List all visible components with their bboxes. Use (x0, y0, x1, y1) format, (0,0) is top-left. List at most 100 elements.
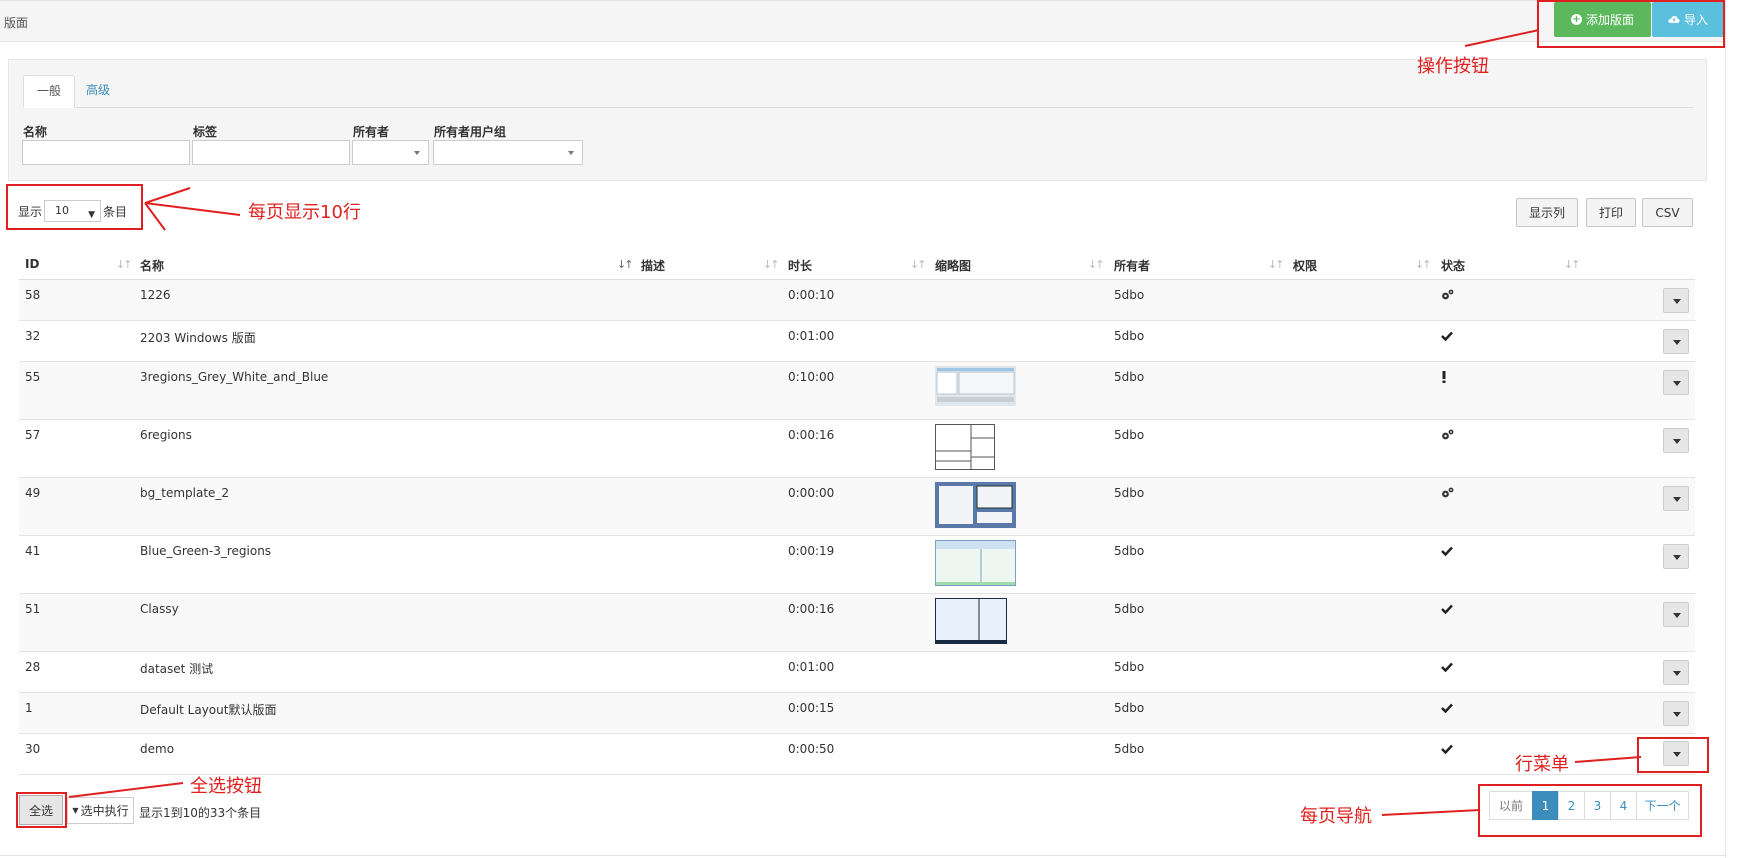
cell-duration: 0:00:50 (788, 742, 835, 756)
cell-duration: 0:00:19 (788, 544, 835, 558)
table-info: 显示1到10的33个条目 (139, 806, 262, 820)
annotation-label-per-page: 每页显示10行 (248, 202, 361, 223)
table-row[interactable]: 28 dataset 测试 0:01:00 5dbo (19, 652, 1695, 693)
cell-owner: 5dbo (1114, 288, 1145, 302)
cell-duration: 0:00:15 (788, 701, 835, 715)
cell-id: 32 (25, 329, 41, 343)
name-filter-label: 名称 (23, 125, 48, 139)
csv-button[interactable]: CSV (1642, 198, 1693, 227)
check-icon (1441, 545, 1453, 559)
header-owner[interactable]: 所有者 (1114, 257, 1150, 274)
check-icon (1441, 702, 1453, 716)
header-description[interactable]: 描述 (641, 257, 665, 274)
layout-thumbnail[interactable] (935, 540, 1016, 589)
tab-general[interactable]: 一般 (23, 75, 76, 108)
check-icon (1441, 330, 1453, 344)
row-menu-button[interactable] (1663, 288, 1689, 313)
table-row[interactable]: 32 2203 Windows 版面 0:01:00 5dbo (19, 321, 1695, 362)
divider (0, 855, 1725, 856)
tags-filter-input[interactable] (192, 140, 350, 165)
row-menu-button[interactable] (1663, 428, 1689, 453)
annotation-label-select-all: 全选按钮 (190, 776, 262, 797)
cell-owner: 5dbo (1114, 544, 1145, 558)
name-filter-input[interactable] (22, 140, 190, 165)
header-duration[interactable]: 时长 (788, 257, 812, 274)
cell-name: 6regions (140, 428, 192, 442)
cell-id: 41 (25, 544, 41, 558)
cell-id: 30 (25, 742, 41, 756)
header-name[interactable]: 名称 (140, 257, 164, 274)
sort-icon: ↓↑ (763, 258, 780, 271)
row-menu-button[interactable] (1663, 329, 1689, 354)
owner-group-filter-select[interactable] (433, 140, 583, 165)
cell-name: Blue_Green-3_regions (140, 544, 272, 558)
caret-down-icon: ▼ (72, 806, 79, 815)
gears-icon (1441, 289, 1454, 304)
table-row[interactable]: 57 6regions 0:00:16 5dbo (19, 420, 1695, 478)
check-icon (1441, 603, 1453, 617)
tags-filter-label: 标签 (193, 125, 218, 139)
layout-thumbnail[interactable] (935, 424, 995, 473)
table-row[interactable]: 55 3regions_Grey_White_and_Blue 0:10:00 5db… (19, 362, 1695, 420)
cell-id: 51 (25, 602, 41, 616)
cell-id: 1 (25, 701, 33, 715)
header-id[interactable]: ID (25, 257, 39, 271)
annotation-label-actions: 操作按钮 (1417, 56, 1489, 77)
cell-duration: 0:10:00 (788, 370, 835, 384)
filter-tabs: 一般 高级 (23, 75, 1693, 108)
sort-icon: ↓↑ (1564, 258, 1581, 271)
page-header: 版面 (0, 0, 1725, 42)
layout-thumbnail[interactable] (935, 598, 1007, 647)
layout-thumbnail[interactable] (935, 482, 1016, 531)
cell-id: 49 (25, 486, 41, 500)
cell-name: bg_template_2 (140, 486, 230, 500)
table-header: ID ↓↑ 名称 ↓↑ 描述 ↓↑ 时长 ↓↑ 缩略图 ↓↑ 所有者 ↓↑ 权限… (19, 251, 1695, 280)
cell-owner: 5dbo (1114, 370, 1145, 384)
header-thumbnail[interactable]: 缩略图 (935, 257, 971, 274)
row-menu-button[interactable] (1663, 486, 1689, 511)
cell-owner: 5dbo (1114, 602, 1145, 616)
sort-icon: ↓↑ (1268, 258, 1285, 271)
annotation-box-select-all (16, 792, 67, 828)
cell-name: 3regions_Grey_White_and_Blue (140, 370, 329, 384)
cell-duration: 0:01:00 (788, 329, 835, 343)
sort-asc-icon: ↓↑ (617, 258, 634, 271)
row-menu-button[interactable] (1663, 544, 1689, 569)
cell-id: 58 (25, 288, 41, 302)
cell-name: 1226 (140, 288, 171, 302)
bulk-action-label: 选中执行 (80, 804, 129, 818)
row-menu-button[interactable] (1663, 602, 1689, 627)
sort-icon: ↓↑ (1415, 258, 1432, 271)
header-permissions[interactable]: 权限 (1293, 257, 1317, 274)
header-status[interactable]: 状态 (1441, 257, 1465, 274)
bulk-action-button[interactable]: ▼ 选中执行 (67, 797, 134, 824)
divider (1725, 0, 1726, 858)
cell-owner: 5dbo (1114, 660, 1145, 674)
cell-duration: 0:00:00 (788, 486, 835, 500)
row-menu-button[interactable] (1663, 660, 1689, 685)
table-row[interactable]: 58 1226 0:00:10 5dbo (19, 280, 1695, 321)
owner-filter-select[interactable] (352, 140, 429, 165)
table-row[interactable]: 1 Default Layout默认版面 0:00:15 5dbo (19, 693, 1695, 734)
cell-owner: 5dbo (1114, 742, 1145, 756)
cell-id: 57 (25, 428, 41, 442)
row-menu-button[interactable] (1663, 370, 1689, 395)
layout-thumbnail[interactable] (935, 366, 1016, 409)
cell-name: dataset 测试 (140, 662, 214, 676)
table-row[interactable]: 51 Classy 0:00:16 5dbo (19, 594, 1695, 652)
annotation-label-row-menu: 行菜单 (1515, 754, 1569, 775)
tab-advanced[interactable]: 高级 (73, 75, 123, 108)
table-row[interactable]: 30 demo 0:00:50 5dbo (19, 734, 1695, 775)
table-row[interactable]: 49 bg_template_2 0:00:00 5dbo (19, 478, 1695, 536)
sort-icon: ↓↑ (910, 258, 927, 271)
cell-name: 2203 Windows 版面 (140, 331, 256, 345)
row-menu-button[interactable] (1663, 701, 1689, 726)
column-visibility-button[interactable]: 显示列 (1516, 198, 1578, 227)
print-button[interactable]: 打印 (1586, 198, 1636, 227)
table-row[interactable]: 41 Blue_Green-3_regions 0:00:19 5dbo (19, 536, 1695, 594)
owner-filter-label: 所有者 (353, 125, 390, 139)
page-title: 版面 (4, 16, 29, 30)
cell-id: 28 (25, 660, 41, 674)
annotation-box-per-page (6, 184, 143, 230)
check-icon (1441, 661, 1453, 675)
